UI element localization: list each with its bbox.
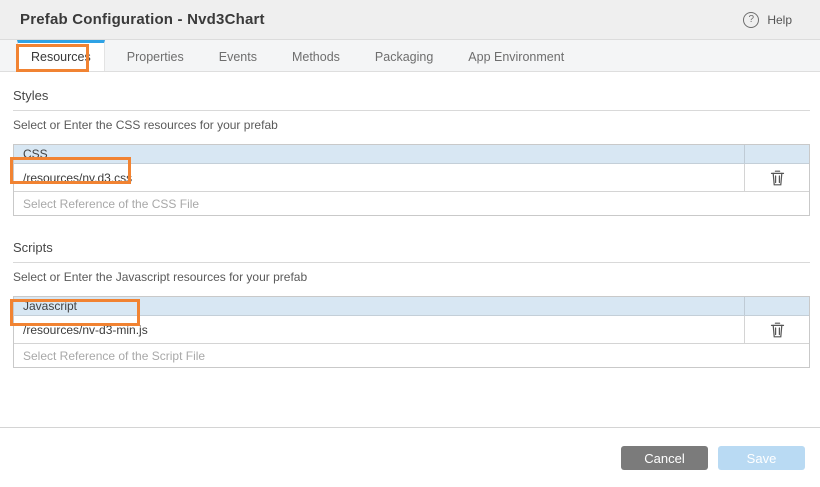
page-title: Prefab Configuration - Nvd3Chart	[20, 11, 265, 28]
delete-script-resource-button[interactable]	[768, 319, 787, 340]
css-column-header: CSS	[14, 145, 744, 163]
scripts-heading: Scripts	[13, 240, 810, 263]
cancel-button[interactable]: Cancel	[621, 446, 708, 470]
delete-css-resource-button[interactable]	[768, 167, 787, 188]
script-resource-value[interactable]: /resources/nv-d3-min.js	[14, 316, 744, 343]
script-reference-input[interactable]	[14, 344, 809, 367]
tab-app-environment[interactable]: App Environment	[455, 40, 577, 71]
css-actions-column-header	[744, 145, 809, 163]
footer: Cancel Save	[0, 427, 820, 487]
css-resource-value[interactable]: /resources/nv.d3.css	[14, 164, 744, 191]
help-label: Help	[767, 13, 792, 27]
css-add-resource-row	[14, 192, 809, 215]
tab-properties[interactable]: Properties	[114, 40, 197, 71]
css-resources-table: CSS /resources/nv.d3.css	[13, 144, 810, 216]
tab-resources[interactable]: Resources	[17, 40, 105, 71]
styles-subtitle: Select or Enter the CSS resources for yo…	[13, 118, 810, 132]
tab-methods[interactable]: Methods	[279, 40, 353, 71]
trash-icon	[770, 174, 785, 189]
resources-tab-content: Styles Select or Enter the CSS resources…	[0, 88, 820, 368]
tab-packaging[interactable]: Packaging	[362, 40, 446, 71]
script-actions-column-header	[744, 297, 809, 315]
save-button[interactable]: Save	[718, 446, 805, 470]
scripts-subtitle: Select or Enter the Javascript resources…	[13, 270, 810, 284]
tab-events[interactable]: Events	[206, 40, 270, 71]
css-table-header-row: CSS	[14, 145, 809, 164]
help-button[interactable]: ? Help	[743, 12, 792, 28]
tab-bar: Resources Properties Events Methods Pack…	[0, 40, 820, 72]
script-resources-table: Javascript /resources/nv-d3-min.js	[13, 296, 810, 368]
javascript-column-header: Javascript	[14, 297, 744, 315]
help-question-icon: ?	[743, 12, 759, 28]
styles-heading: Styles	[13, 88, 810, 111]
css-reference-input[interactable]	[14, 192, 809, 215]
script-add-resource-row	[14, 344, 809, 367]
scripts-section: Scripts Select or Enter the Javascript r…	[13, 240, 810, 368]
script-resource-row: /resources/nv-d3-min.js	[14, 316, 809, 344]
prefab-configuration-dialog: Prefab Configuration - Nvd3Chart ? Help …	[0, 0, 820, 487]
trash-icon	[770, 326, 785, 341]
script-resource-actions-cell	[744, 316, 809, 343]
css-resource-row: /resources/nv.d3.css	[14, 164, 809, 192]
titlebar: Prefab Configuration - Nvd3Chart ? Help	[0, 0, 820, 40]
styles-section: Styles Select or Enter the CSS resources…	[13, 88, 810, 216]
script-table-header-row: Javascript	[14, 297, 809, 316]
css-resource-actions-cell	[744, 164, 809, 191]
